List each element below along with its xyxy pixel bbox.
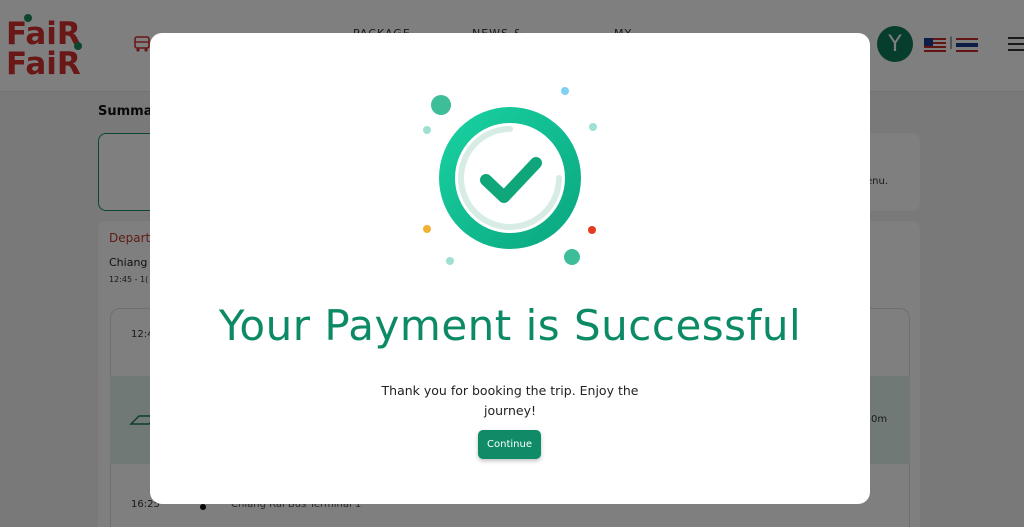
continue-button[interactable]: Continue [478, 430, 541, 459]
modal-title: Your Payment is Successful [218, 301, 802, 350]
payment-success-modal: Your Payment is Successful Thank you for… [150, 33, 870, 504]
check-circle-icon [420, 83, 600, 273]
modal-message: Thank you for booking the trip. Enjoy th… [381, 383, 639, 418]
